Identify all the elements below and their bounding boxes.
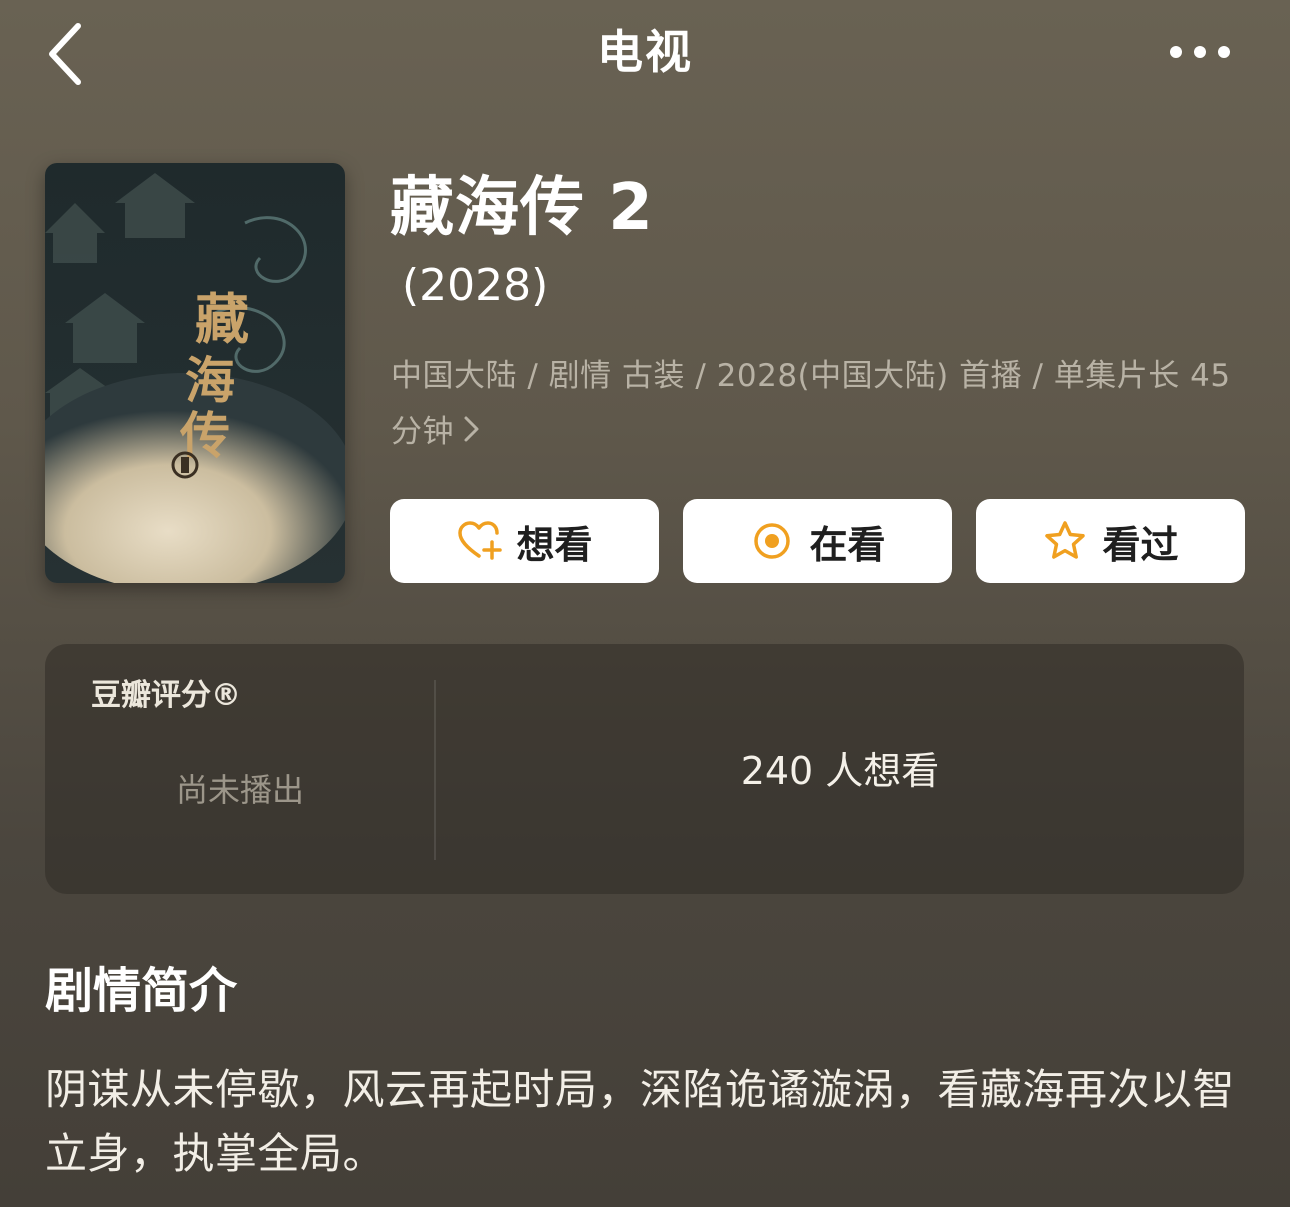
show-meta[interactable]: 中国大陆 / 剧情 古装 / 2028(中国大陆) 首播 / 单集片长 45 分… [391,348,1251,462]
heart-plus-icon [456,518,503,564]
rating-card[interactable]: 豆瓣评分® 尚未播出 240 人想看 [45,644,1244,894]
synopsis-heading: 剧情简介 [45,963,238,1019]
watching-button[interactable]: 在看 [683,499,952,583]
show-year: (2028) [402,260,549,311]
want-to-watch-label: 想看 [516,522,593,567]
page-title: 电视 [597,25,693,79]
wish-count: 240 人想看 [740,749,940,793]
synopsis-text: 阴谋从未停歇，风云再起时局，深陷诡谲漩涡，看藏海再次以智立身，执掌全局。 [45,1065,1236,1178]
watched-button[interactable]: 看过 [976,499,1245,583]
want-to-watch-button[interactable]: 想看 [390,499,659,583]
poster-title-char-3: 传 [179,406,230,465]
poster-title-char-2: 海 [185,351,235,410]
target-circle-icon [749,518,795,564]
watching-label: 在看 [809,522,886,567]
show-meta-text: 中国大陆 / 剧情 古装 / 2028(中国大陆) 首播 / 单集片长 45 分… [391,358,1231,450]
nav-bar: 电视 [0,0,1290,110]
chevron-right-icon [460,406,482,462]
more-dots-icon [1170,46,1230,58]
star-outline-icon [1042,518,1088,564]
show-title: 藏海传 2 [390,171,654,245]
watched-label: 看过 [1102,522,1179,567]
rating-label: 豆瓣评分® [91,678,241,713]
poster-title-char-1: 藏 [195,287,249,351]
poster-artwork: 藏 海 传 [45,163,345,583]
more-options-button[interactable] [1160,30,1240,74]
poster-image[interactable]: 藏 海 传 [45,163,345,583]
rating-status: 尚未播出 [175,771,304,809]
